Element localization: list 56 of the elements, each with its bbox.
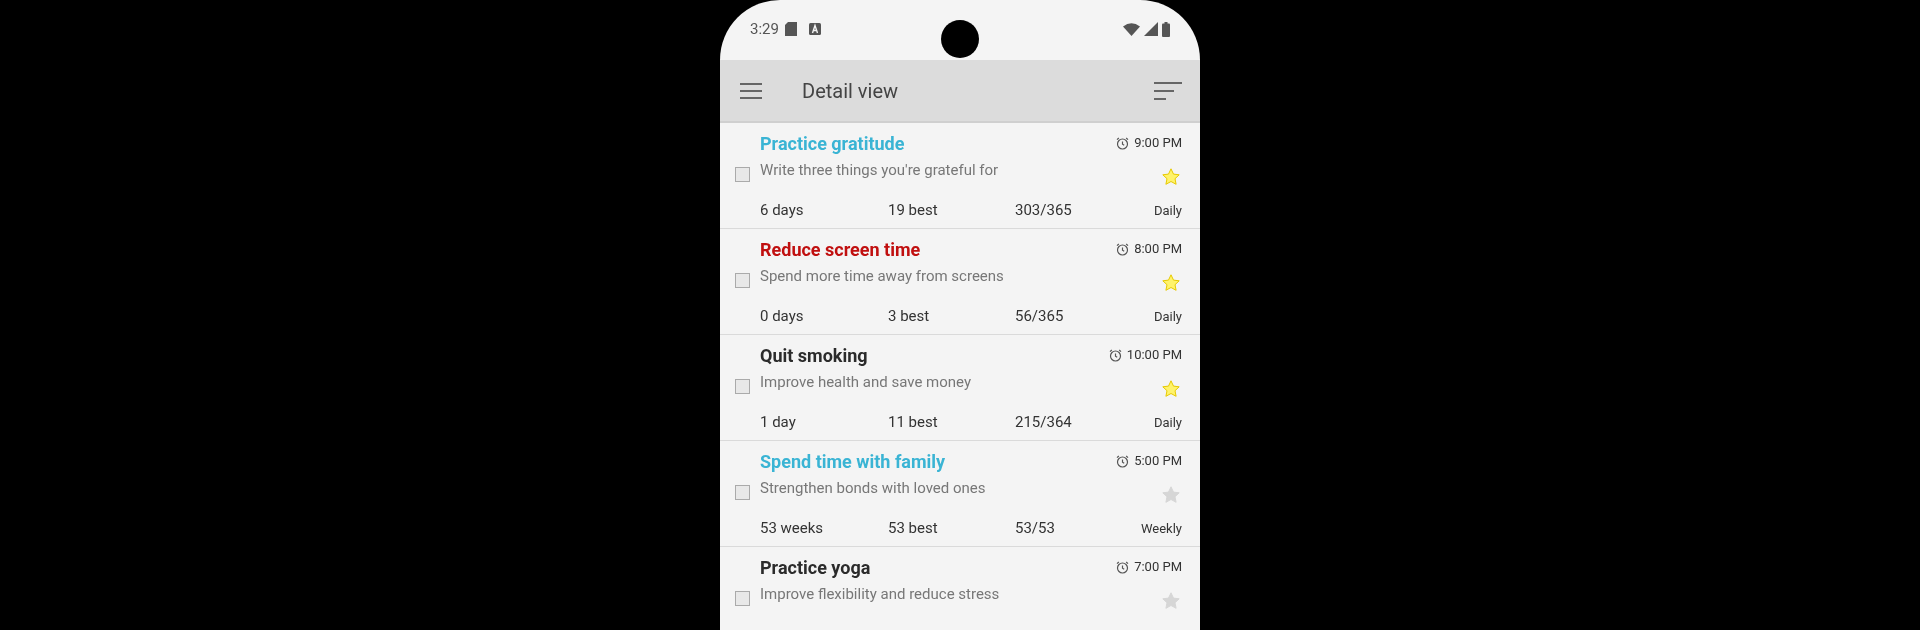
- reminder-time: 7:00 PM: [1134, 558, 1182, 577]
- streak-count: 53 weeks: [760, 518, 825, 539]
- star-icon[interactable]: [1162, 168, 1180, 185]
- battery-icon: [1162, 21, 1170, 37]
- habit-description: Spend more time away from screens: [760, 266, 1004, 287]
- habit-title: Spend time with family: [760, 449, 946, 474]
- streak-count: 6 days: [760, 200, 805, 221]
- signal-icon: [1144, 22, 1158, 36]
- star-icon[interactable]: [1162, 274, 1180, 291]
- reminder-time: 9:00 PM: [1134, 134, 1182, 153]
- checkbox[interactable]: [734, 273, 750, 288]
- alarm-clock-icon: [1116, 560, 1130, 574]
- completion-count: 215/364: [1015, 412, 1073, 433]
- frequency-label: Weekly: [1140, 519, 1182, 538]
- toolbar-title: Detail view: [802, 77, 899, 105]
- sd-card-icon: [784, 22, 797, 36]
- habit-description: Improve flexibility and reduce stress: [760, 584, 1000, 605]
- streak-count: 1 day: [760, 412, 797, 433]
- star-icon[interactable]: [1162, 592, 1180, 609]
- best-streak: 3 best: [888, 306, 931, 327]
- frequency-label: Daily: [1153, 307, 1182, 326]
- streak-count: 0 days: [760, 306, 805, 327]
- habit-title: Practice yoga: [760, 555, 871, 580]
- habit-description: Improve health and save money: [760, 372, 971, 393]
- habit-description: Strengthen bonds with loved ones: [760, 478, 986, 499]
- reminder-time: 5:00 PM: [1134, 452, 1182, 471]
- checkbox[interactable]: [734, 167, 750, 182]
- alarm-clock-icon: [1116, 136, 1130, 150]
- best-streak: 11 best: [888, 412, 939, 433]
- habit-description: Write three things you're grateful for: [760, 160, 999, 181]
- sort-icon[interactable]: [1154, 81, 1182, 100]
- keyboard-a-icon: [808, 23, 821, 35]
- status-time: 3:29: [750, 18, 779, 40]
- star-icon[interactable]: [1162, 380, 1180, 397]
- completion-count: 56/365: [1015, 306, 1065, 327]
- checkbox[interactable]: [734, 379, 750, 394]
- checkbox[interactable]: [734, 485, 750, 500]
- frequency-label: Daily: [1153, 413, 1182, 432]
- habit-title: Practice gratitude: [760, 131, 905, 156]
- best-streak: 19 best: [888, 200, 939, 221]
- frequency-label: Daily: [1153, 201, 1182, 220]
- alarm-clock-icon: [1116, 454, 1130, 468]
- habit-title: Reduce screen time: [760, 237, 921, 262]
- reminder-time: 8:00 PM: [1134, 240, 1182, 259]
- alarm-clock-icon: [1116, 242, 1130, 256]
- reminder-time: 10:00 PM: [1126, 346, 1182, 365]
- completion-count: 303/365: [1015, 200, 1073, 221]
- alarm-clock-icon: [1108, 348, 1122, 362]
- star-icon[interactable]: [1162, 486, 1180, 503]
- menu-icon[interactable]: [740, 82, 762, 99]
- camera-cutout: [941, 20, 979, 58]
- habit-title: Quit smoking: [760, 343, 868, 368]
- completion-count: 53/53: [1015, 518, 1056, 539]
- checkbox[interactable]: [734, 591, 750, 606]
- wifi-icon: [1123, 22, 1140, 36]
- best-streak: 53 best: [888, 518, 939, 539]
